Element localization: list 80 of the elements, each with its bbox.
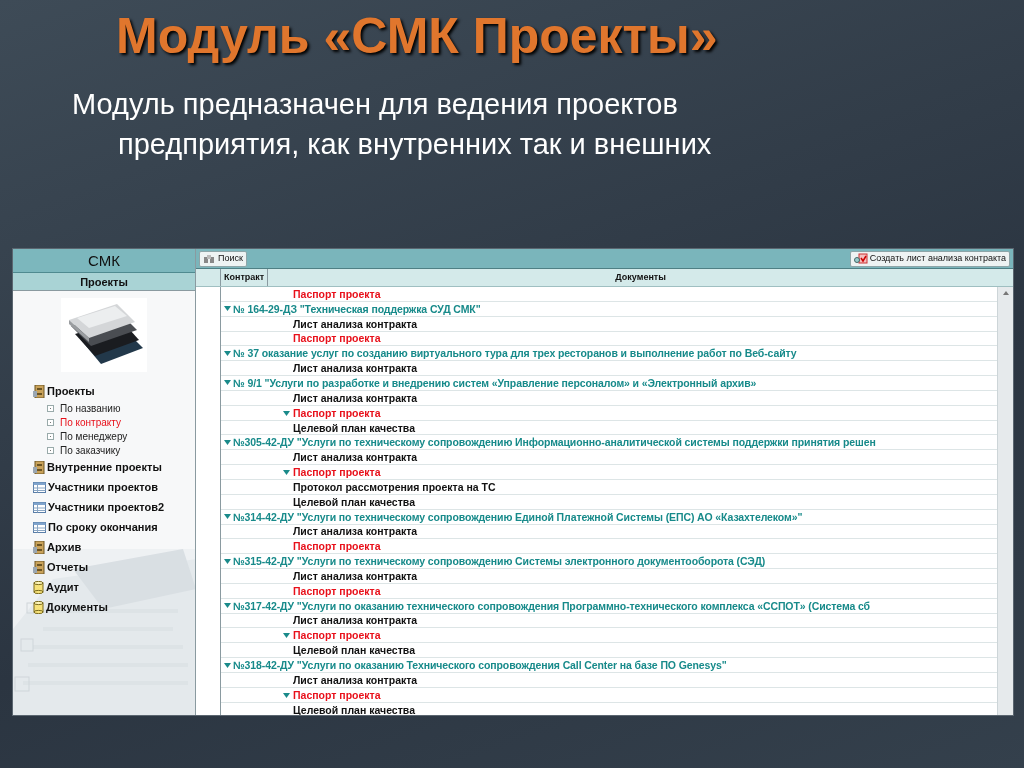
contract-row[interactable]: №318-42-ДУ "Услуги по оказанию Технического сопровождения Call Center на базе ПО Genesys" (233, 658, 727, 672)
expand-arrow-icon[interactable] (283, 633, 290, 639)
document-row[interactable]: Лист анализа контракта (293, 568, 418, 583)
sidebar-section-header: Проекты (13, 273, 195, 291)
document-row[interactable]: Паспорт проекта (293, 331, 381, 346)
search-button[interactable]: Поиск (199, 250, 247, 267)
file-cabinet-icon (33, 540, 45, 554)
expand-arrow-icon[interactable] (224, 662, 231, 668)
file-cabinet-icon (33, 384, 45, 398)
document-row[interactable]: Паспорт проекта (293, 405, 381, 420)
database-icon (33, 600, 44, 614)
sidebar-item[interactable]: Архив (47, 538, 82, 556)
document-row[interactable]: Паспорт проекта (293, 539, 381, 554)
expand-arrow-icon[interactable] (224, 306, 231, 312)
leaf-box-icon (47, 404, 54, 412)
file-cabinet-icon (33, 460, 45, 474)
document-row[interactable]: Целевой план качества (293, 494, 415, 509)
table-icon (33, 481, 46, 493)
expand-arrow-icon[interactable] (283, 410, 290, 416)
slide-title: Модуль «СМК Проекты» (116, 7, 718, 66)
sidebar-item[interactable]: Участники проектов2 (48, 498, 165, 516)
document-check-icon (853, 253, 868, 264)
document-row[interactable]: Паспорт проекта (293, 465, 381, 480)
expand-arrow-icon[interactable] (283, 692, 290, 698)
sidebar-item[interactable]: Документы (46, 598, 108, 616)
document-row[interactable]: Целевой план качества (293, 702, 415, 715)
sidebar-subitem[interactable]: По заказчику (60, 442, 121, 458)
table-icon (33, 521, 46, 533)
document-row[interactable]: Лист анализа контракта (293, 450, 418, 465)
document-row[interactable]: Паспорт проекта (293, 287, 381, 301)
sidebar-item[interactable]: Аудит (46, 578, 79, 596)
document-row[interactable]: Целевой план качества (293, 420, 415, 435)
contract-row[interactable]: №317-42-ДУ "Услуги по оказанию технического сопровождения Программно-технического комплекса «ССПОТ» (Система сб (233, 598, 870, 613)
leaf-box-icon (47, 418, 54, 426)
sidebar-item[interactable]: Внутренние проекты (47, 458, 162, 476)
expand-arrow-icon[interactable] (283, 470, 290, 476)
binoculars-icon (203, 253, 215, 264)
expand-arrow-icon[interactable] (224, 514, 231, 520)
expand-arrow-icon[interactable] (224, 380, 231, 386)
slide-subtitle: предприятия, как внутренних так и внешних (117, 127, 712, 162)
document-row[interactable]: Лист анализа контракта (293, 361, 418, 376)
contract-row[interactable]: № 9/1 "Услуги по разработке и внедрению систем «Управление персоналом» и «Электронный архив» (233, 376, 757, 390)
document-row[interactable]: Паспорт проекта (293, 687, 381, 702)
scrollbar[interactable] (997, 287, 1013, 715)
document-row[interactable]: Лист анализа контракта (293, 316, 418, 331)
column-header[interactable]: Документы (268, 269, 1013, 286)
database-icon (33, 580, 44, 594)
slide-subtitle: Модуль предназначен для ведения проектов (72, 87, 678, 122)
sidebar-item[interactable]: Проекты (47, 382, 95, 400)
document-row[interactable]: Лист анализа контракта (293, 524, 418, 539)
leaf-box-icon (47, 432, 54, 440)
document-row[interactable]: Лист анализа контракта (293, 672, 418, 687)
expand-arrow-icon[interactable] (224, 439, 231, 445)
column-header[interactable]: Контракт (221, 269, 269, 286)
document-row[interactable]: Лист анализа контракта (293, 390, 418, 405)
expand-arrow-icon[interactable] (224, 603, 231, 609)
contract-row[interactable]: №305-42-ДУ "Услуги по техническому сопровождению Информационно-аналитической системы поддержки принятия решен (233, 435, 876, 450)
sidebar-subitem[interactable]: По контракту (60, 414, 121, 430)
sidebar-subitem[interactable]: По менеджеру (60, 428, 128, 444)
sidebar-item[interactable]: По сроку окончания (48, 518, 158, 536)
expand-arrow-icon[interactable] (224, 350, 231, 356)
contract-row[interactable]: №315-42-ДУ "Услуги по техническому сопровождению Системы электронного документооборота (СЭД) (233, 554, 766, 569)
document-row[interactable]: Лист анализа контракта (293, 613, 418, 628)
document-row[interactable]: Паспорт проекта (293, 628, 381, 643)
sidebar-subitem[interactable]: По названию (60, 400, 121, 416)
table-icon (33, 501, 46, 513)
document-row[interactable]: Целевой план качества (293, 643, 415, 658)
sidebar-item[interactable]: Отчеты (47, 558, 89, 576)
document-row[interactable]: Паспорт проекта (293, 583, 381, 598)
create-sheet-button[interactable]: Создать лист анализа контракта (849, 250, 1010, 267)
sidebar-header: СМК (13, 249, 195, 273)
sidebar-item[interactable]: Участники проектов (48, 478, 158, 496)
contract-row[interactable]: № 164-29-ДЗ "Техническая поддержка СУД СМК" (233, 301, 481, 316)
leaf-box-icon (47, 446, 54, 454)
contract-row[interactable]: № 37 оказание услуг по созданию виртуального тура для трех ресторанов и выполнение работ по Веб-сайту (233, 346, 797, 361)
document-row[interactable]: Протокол рассмотрения проекта на ТС (293, 479, 496, 494)
contract-row[interactable]: №314-42-ДУ "Услуги по техническому сопровождению Единой Платежной Системы (ЕПС) АО «Казахтелеком»" (233, 509, 803, 524)
expand-arrow-icon[interactable] (224, 558, 231, 564)
file-cabinet-icon (33, 560, 45, 574)
scroll-up-icon[interactable] (1002, 291, 1009, 295)
